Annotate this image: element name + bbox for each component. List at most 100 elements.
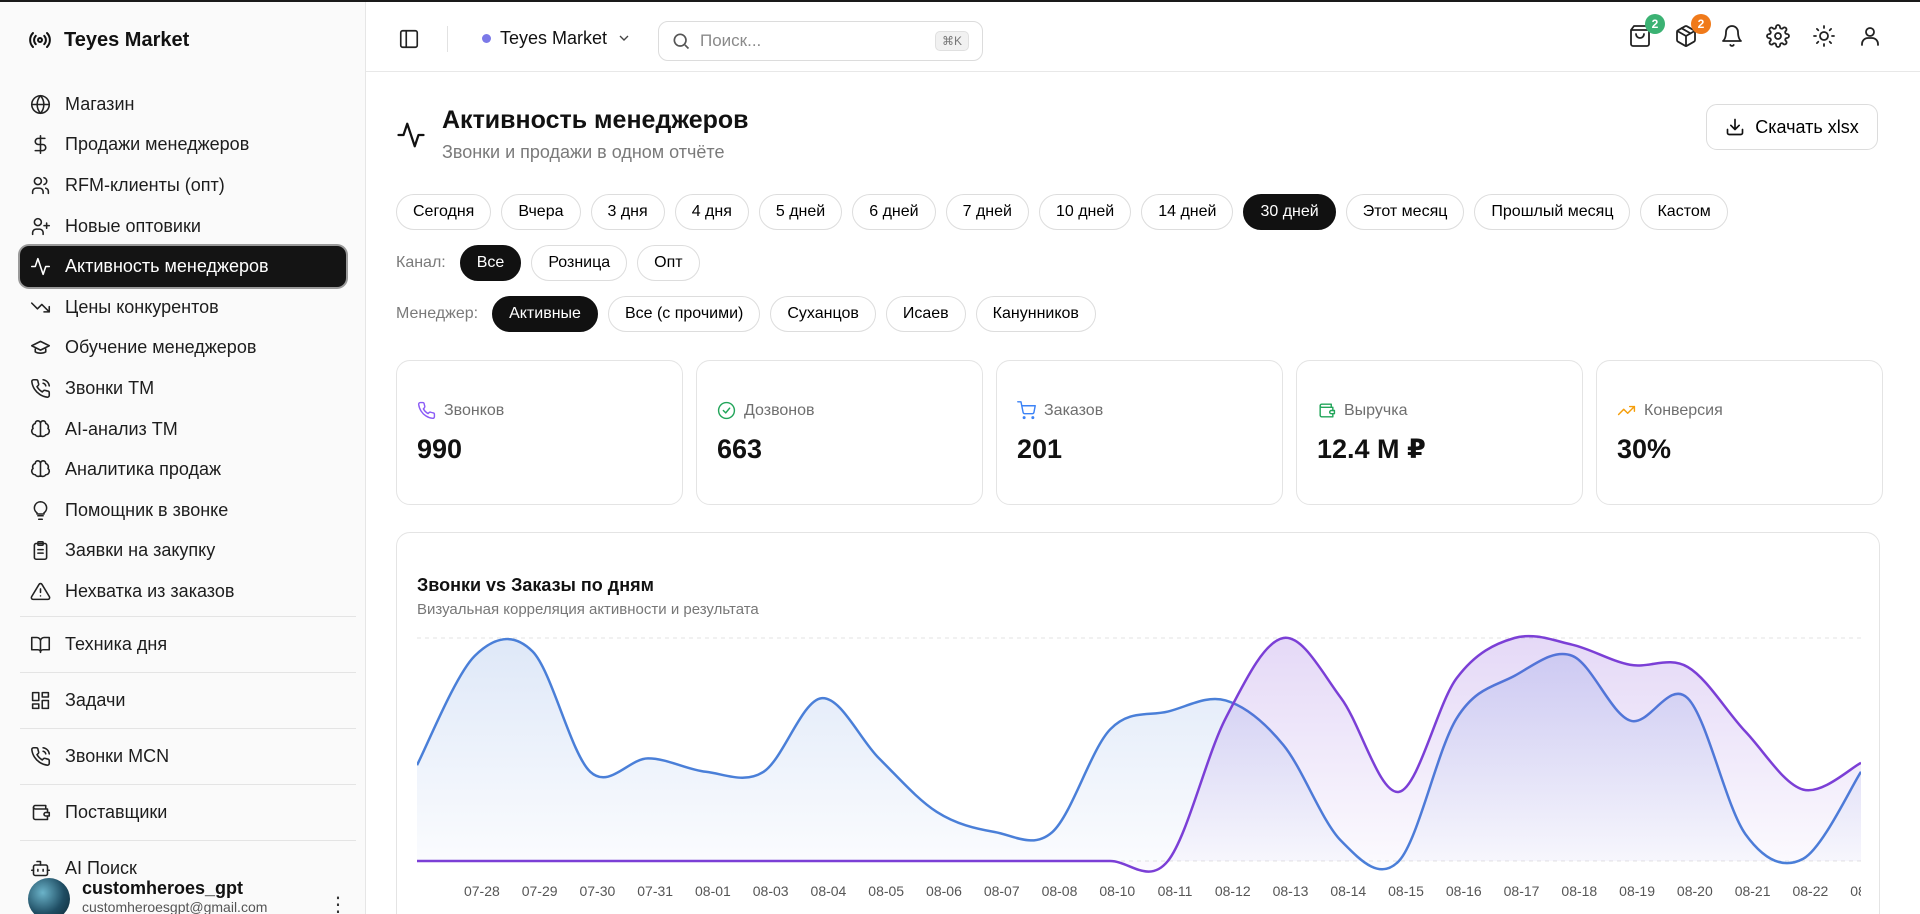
period-pill-7[interactable]: 10 дней [1038, 194, 1132, 230]
clipboard-icon [33, 541, 48, 561]
x-tick-label: 08-13 [1273, 883, 1309, 899]
sidebar-item-order-shortage[interactable]: Нехватка из заказов [20, 571, 346, 612]
user-icon [1861, 27, 1879, 46]
period-pill-3[interactable]: 4 дня [674, 194, 749, 230]
sidebar-item-manager-sales[interactable]: Продажи менеджеров [20, 125, 346, 166]
x-tick-label: 08-14 [1330, 883, 1366, 899]
sidebar-item-label: Звонки ТМ [65, 377, 155, 398]
kpi-head: Выручка [1317, 401, 1562, 420]
brain-icon [31, 419, 50, 437]
sidebar-item-mcn-calls[interactable]: Звонки MCN [20, 733, 346, 780]
sidebar-item-tasks[interactable]: Задачи [20, 677, 346, 724]
bell-icon [1722, 25, 1742, 47]
x-tick-label: 08-16 [1446, 883, 1482, 899]
sidebar-item-suppliers[interactable]: Поставщики [20, 789, 346, 836]
period-pill-8[interactable]: 14 дней [1141, 194, 1234, 230]
x-tick-label: 08-22 [1792, 883, 1828, 899]
period-pill-0[interactable]: Сегодня [396, 194, 492, 230]
trending-down-icon [30, 302, 51, 313]
x-tick-label: 08-01 [695, 883, 731, 899]
kpi-label: Заказов [1044, 401, 1104, 419]
window-right-margin [1908, 72, 1920, 914]
store-dot [482, 33, 491, 43]
x-tick-label: 08-05 [868, 883, 904, 899]
manager-pill-4[interactable]: Канунников [975, 296, 1096, 332]
sidebar-item-label: Новые оптовики [65, 215, 201, 236]
x-tick-label: 08-24 [1850, 883, 1861, 899]
x-tick-label: 08-15 [1388, 883, 1424, 899]
period-pill-11[interactable]: Прошлый месяц [1474, 194, 1631, 230]
user-profile[interactable]: customheroes_gpt customheroesgpt@gmail.c… [28, 878, 348, 914]
search-input[interactable] [700, 31, 920, 51]
notifications-button[interactable] [1720, 24, 1744, 48]
channel-pill-1[interactable]: Розница [531, 245, 628, 281]
wallet-icon [1319, 403, 1336, 418]
sidebar-item-label: Нехватка из заказов [65, 580, 235, 601]
sidebar-item-label: Обучение менеджеров [65, 337, 257, 358]
graduation-cap-icon [30, 340, 51, 355]
app-root: Teyes Market Магазин Продажи менеджеров … [0, 0, 1920, 914]
x-tick-label: 08-19 [1619, 883, 1655, 899]
sidebar-item-ai-tm[interactable]: AI-анализ ТМ [20, 409, 346, 450]
brand[interactable]: Teyes Market [28, 28, 189, 52]
dollar-icon [34, 135, 47, 155]
kpi-label: Конверсия [1644, 401, 1723, 419]
sidebar-item-manager-activity[interactable]: Активность менеджеров [20, 246, 346, 287]
manager-pill-1[interactable]: Все (с прочими) [607, 296, 761, 332]
packages-button[interactable]: 2 [1674, 14, 1711, 48]
sidebar-toggle-icon[interactable] [398, 28, 420, 50]
x-tick-label: 08-11 [1158, 883, 1193, 899]
phone-call-icon [31, 378, 51, 398]
more-vertical-icon[interactable]: ⋮ [328, 892, 348, 914]
settings-button[interactable] [1766, 24, 1790, 48]
period-pill-1[interactable]: Вчера [501, 194, 581, 230]
sidebar-item-call-assistant[interactable]: Помощник в звонке [20, 490, 346, 531]
x-tick-label: 08-10 [1099, 883, 1135, 899]
orders-button[interactable]: 2 [1628, 14, 1665, 48]
x-tick-label: 07-29 [522, 883, 558, 899]
period-pill-6[interactable]: 7 дней [945, 194, 1029, 230]
period-pill-5[interactable]: 6 дней [852, 194, 936, 230]
sidebar-item-tm-calls[interactable]: Звонки ТМ [20, 368, 346, 409]
profile-button[interactable] [1858, 24, 1882, 48]
period-pill-2[interactable]: 3 дня [590, 194, 665, 230]
sidebar-item-label: RFM-клиенты (опт) [65, 174, 225, 195]
period-pill-12[interactable]: Кастом [1640, 194, 1728, 230]
sidebar-item-shop[interactable]: Магазин [20, 84, 346, 125]
sidebar-item-purchase-requests[interactable]: Заявки на закупку [20, 531, 346, 572]
user-email: customheroesgpt@gmail.com [82, 899, 268, 914]
download-xlsx-button[interactable]: Скачать xlsx [1706, 104, 1878, 150]
period-pill-10[interactable]: Этот месяц [1345, 194, 1465, 230]
sidebar-item-sales-analytics[interactable]: Аналитика продаж [20, 449, 346, 490]
channel-pill-0[interactable]: Все [459, 245, 522, 281]
theme-toggle-button[interactable] [1812, 24, 1836, 48]
manager-label: Менеджер: [396, 305, 479, 322]
kpi-card-0: Звонков 990 [396, 360, 683, 505]
topbar-divider [447, 26, 448, 52]
x-tick-label: 08-06 [926, 883, 962, 899]
x-tick-label: 08-08 [1042, 883, 1078, 899]
sidebar-item-technique-of-day[interactable]: Техника дня [20, 621, 346, 668]
period-pill-4[interactable]: 5 дней [758, 194, 843, 230]
sidebar-item-label: Активность менеджеров [65, 256, 269, 277]
sidebar-nav: Магазин Продажи менеджеров RFM-клиенты (… [20, 84, 356, 892]
manager-pill-3[interactable]: Исаев [885, 296, 966, 332]
page-title: Активность менеджеров [442, 106, 749, 134]
sidebar-divider [20, 671, 356, 673]
x-tick-label: 07-28 [464, 883, 500, 899]
period-pill-9[interactable]: 30 дней [1243, 194, 1336, 230]
manager-pill-0[interactable]: Активные [492, 296, 598, 332]
store-switcher[interactable]: Teyes Market [482, 22, 632, 54]
sidebar-item-training[interactable]: Обучение менеджеров [20, 328, 346, 369]
sun-icon [1813, 25, 1835, 47]
sidebar-item-competitor-prices[interactable]: Цены конкурентов [20, 287, 346, 328]
sidebar-item-label: AI-анализ ТМ [65, 418, 178, 439]
channel-pill-2[interactable]: Опт [637, 245, 700, 281]
sidebar-item-new-wholesalers[interactable]: Новые оптовики [20, 206, 346, 247]
kpi-card-1: Дозвонов 663 [696, 360, 983, 505]
sidebar-item-label: Заявки на закупку [65, 540, 216, 561]
manager-pill-2[interactable]: Суханцов [770, 296, 876, 332]
x-tick-label: 08-20 [1677, 883, 1713, 899]
brain-icon [31, 460, 50, 478]
sidebar-item-rfm[interactable]: RFM-клиенты (опт) [20, 165, 346, 206]
